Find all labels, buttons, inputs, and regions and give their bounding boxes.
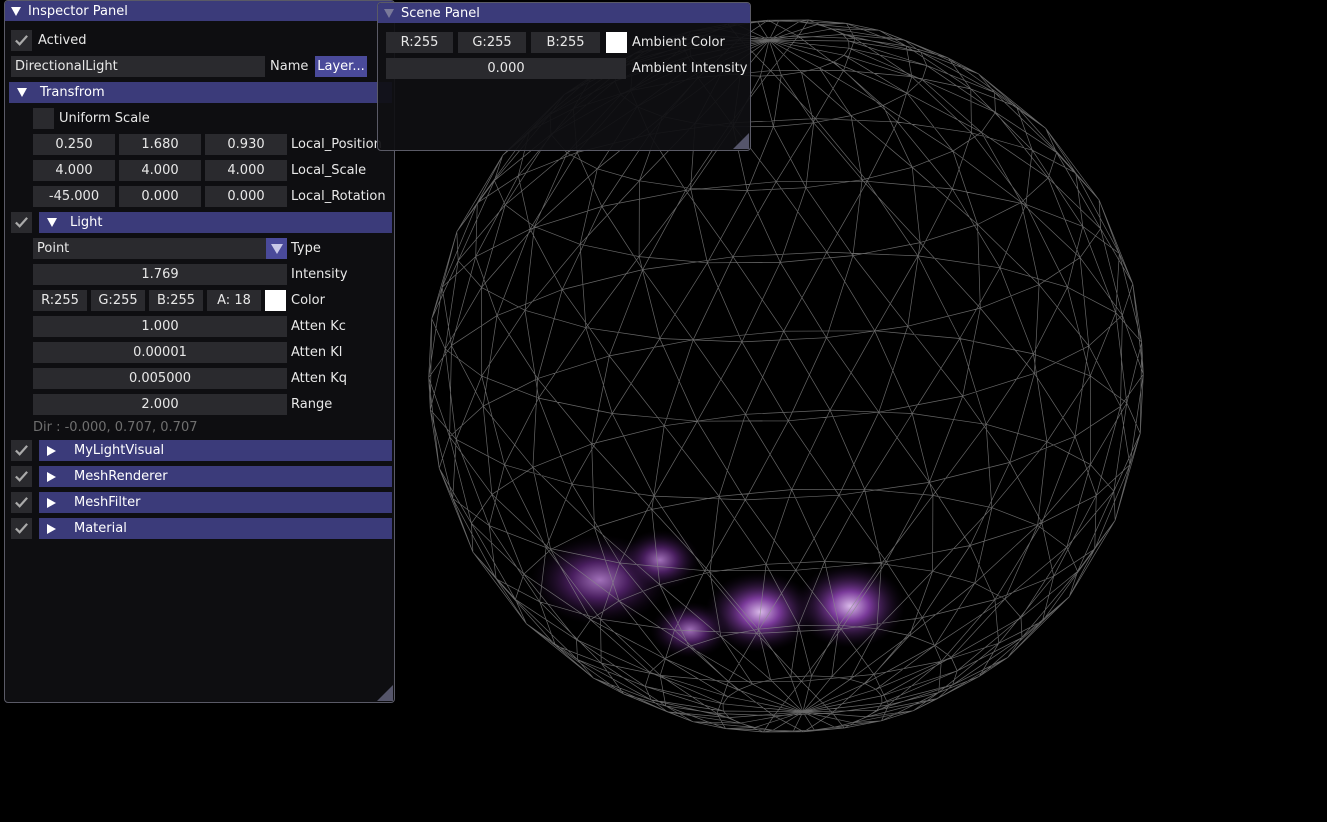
transform-header-label: Transfrom <box>40 85 105 100</box>
collapsed-arrow-icon <box>47 445 56 456</box>
collapsed-arrow-icon <box>47 497 56 508</box>
material-label: Material <box>74 521 127 536</box>
checkmark-icon <box>15 523 28 534</box>
material-header[interactable]: Material <box>39 518 392 539</box>
range-label: Range <box>291 397 333 412</box>
type-label: Type <box>291 241 321 256</box>
ambient-r-field[interactable]: R:255 <box>386 32 453 53</box>
material-checkbox[interactable] <box>11 518 32 539</box>
atten-kq-field[interactable]: 0.005000 <box>33 368 287 389</box>
rotation-y-field[interactable]: 0.000 <box>119 186 201 207</box>
chevron-down-icon <box>270 243 283 254</box>
range-field[interactable]: 2.000 <box>33 394 287 415</box>
inspector-titlebar[interactable]: Inspector Panel <box>5 1 394 21</box>
atten-kc-label: Atten Kc <box>291 319 346 334</box>
resize-grip-icon[interactable] <box>733 133 749 149</box>
scene-title: Scene Panel <box>401 5 480 21</box>
ambient-color-swatch[interactable] <box>606 32 627 53</box>
collapse-arrow-icon[interactable] <box>11 6 21 16</box>
actived-checkbox[interactable] <box>11 30 32 51</box>
checkmark-icon <box>15 217 28 228</box>
uniform-scale-label: Uniform Scale <box>59 111 150 126</box>
atten-kl-label: Atten Kl <box>291 345 343 360</box>
color-g-field[interactable]: G:255 <box>91 290 145 311</box>
light-header-label: Light <box>70 215 103 230</box>
checkmark-icon <box>15 445 28 456</box>
checkmark-icon <box>15 497 28 508</box>
atten-kl-field[interactable]: 0.00001 <box>33 342 287 363</box>
light-type-select[interactable]: Point <box>33 238 287 259</box>
inspector-panel[interactable]: Inspector Panel Actived DirectionalLight… <box>4 0 395 703</box>
scale-z-field[interactable]: 4.000 <box>205 160 287 181</box>
meshrenderer-checkbox[interactable] <box>11 466 32 487</box>
position-label: Local_Position <box>291 137 382 152</box>
collapsed-arrow-icon <box>47 523 56 534</box>
ambient-b-field[interactable]: B:255 <box>531 32 600 53</box>
ambient-intensity-field[interactable]: 0.000 <box>386 58 626 79</box>
rotation-z-field[interactable]: 0.000 <box>205 186 287 207</box>
color-a-field[interactable]: A: 18 <box>207 290 261 311</box>
inspector-title: Inspector Panel <box>28 3 128 19</box>
color-label: Color <box>291 293 325 308</box>
rotation-label: Local_Rotation <box>291 189 386 204</box>
light-header[interactable]: Light <box>39 212 392 233</box>
glow-blobs <box>530 530 905 658</box>
intensity-field[interactable]: 1.769 <box>33 264 287 285</box>
ambient-color-label: Ambient Color <box>632 35 725 50</box>
checkmark-icon <box>15 35 28 46</box>
collapsed-arrow-icon <box>47 471 56 482</box>
uniform-scale-checkbox[interactable] <box>33 108 54 129</box>
color-swatch[interactable] <box>265 290 286 311</box>
light-type-dropdown-button[interactable] <box>266 238 287 259</box>
meshfilter-checkbox[interactable] <box>11 492 32 513</box>
expand-arrow-icon <box>47 218 57 227</box>
scale-label: Local_Scale <box>291 163 367 178</box>
ambient-intensity-label: Ambient Intensity <box>632 61 748 76</box>
rotation-x-field[interactable]: -45.000 <box>33 186 115 207</box>
light-type-value: Point <box>37 241 70 256</box>
atten-kq-label: Atten Kq <box>291 371 348 386</box>
atten-kc-field[interactable]: 1.000 <box>33 316 287 337</box>
actived-label: Actived <box>38 33 87 48</box>
intensity-label: Intensity <box>291 267 348 282</box>
color-r-field[interactable]: R:255 <box>33 290 87 311</box>
direction-readout: Dir : -0.000, 0.707, 0.707 <box>33 420 198 435</box>
layer-button[interactable]: Layer... <box>315 56 367 77</box>
mylightvisual-header[interactable]: MyLightVisual <box>39 440 392 461</box>
color-b-field[interactable]: B:255 <box>149 290 203 311</box>
mylightvisual-label: MyLightVisual <box>74 443 165 458</box>
expand-arrow-icon <box>17 88 27 97</box>
scale-y-field[interactable]: 4.000 <box>119 160 201 181</box>
collapse-arrow-icon[interactable] <box>384 8 394 18</box>
mylightvisual-checkbox[interactable] <box>11 440 32 461</box>
meshrenderer-header[interactable]: MeshRenderer <box>39 466 392 487</box>
ambient-g-field[interactable]: G:255 <box>458 32 526 53</box>
scene-panel[interactable]: Scene Panel R:255 G:255 B:255 Ambient Co… <box>377 2 751 151</box>
position-z-field[interactable]: 0.930 <box>205 134 287 155</box>
meshfilter-header[interactable]: MeshFilter <box>39 492 392 513</box>
position-x-field[interactable]: 0.250 <box>33 134 115 155</box>
checkmark-icon <box>15 471 28 482</box>
scale-x-field[interactable]: 4.000 <box>33 160 115 181</box>
meshfilter-label: MeshFilter <box>74 495 141 510</box>
transform-header[interactable]: Transfrom <box>9 82 392 103</box>
meshrenderer-label: MeshRenderer <box>74 469 168 484</box>
scene-titlebar[interactable]: Scene Panel <box>378 3 750 23</box>
position-y-field[interactable]: 1.680 <box>119 134 201 155</box>
light-enabled-checkbox[interactable] <box>11 212 32 233</box>
resize-grip-icon[interactable] <box>377 685 393 701</box>
name-field[interactable]: DirectionalLight <box>11 56 265 77</box>
name-label: Name <box>270 59 309 74</box>
